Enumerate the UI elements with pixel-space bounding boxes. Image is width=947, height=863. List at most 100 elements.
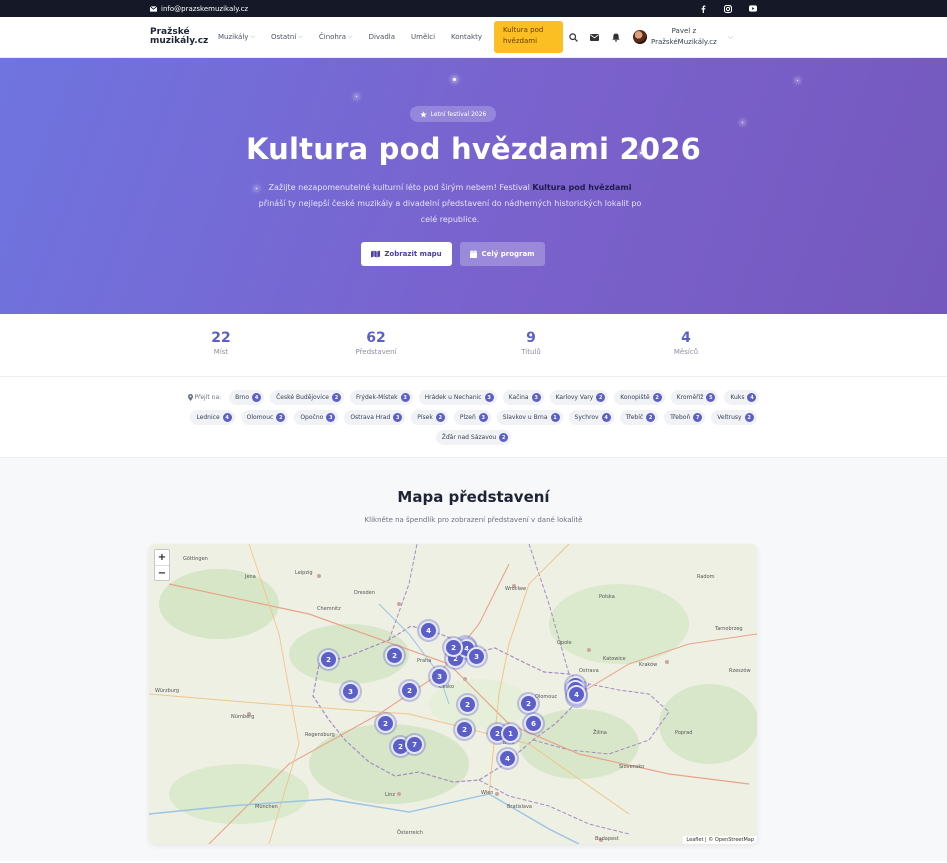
chip-name: Karlovy Vary <box>555 394 594 401</box>
map-marker[interactable]: 6 <box>524 714 543 733</box>
contact-email[interactable]: info@prazskemuzikaly.cz <box>150 5 248 13</box>
chip-name: Veltrusy <box>717 414 742 421</box>
full-program-label: Celý program <box>481 250 535 258</box>
stat-value: 62 <box>366 330 386 346</box>
map-marker[interactable]: 2 <box>385 646 404 665</box>
map-marker[interactable]: 7 <box>405 735 424 754</box>
location-chip[interactable]: Sychrov 4 <box>568 410 614 425</box>
map-attribution[interactable]: Leaflet | © OpenStreetMap <box>683 836 757 844</box>
map-marker[interactable]: 1 <box>501 724 520 743</box>
zoom-out-button[interactable]: − <box>155 565 169 580</box>
map-marker[interactable]: 2 <box>458 695 477 714</box>
user-menu[interactable]: Pavel z PražskéMuzikály.cz <box>651 26 717 48</box>
youtube-icon[interactable] <box>749 5 757 13</box>
map-marker[interactable]: 2 <box>376 714 395 733</box>
map-city-label: Radom <box>697 574 715 580</box>
zoom-in-button[interactable]: + <box>155 550 169 565</box>
nav-item-divadla[interactable]: Divadla <box>361 33 403 41</box>
show-map-button[interactable]: Zobrazit mapu <box>361 242 452 266</box>
map-marker[interactable]: 2 <box>455 720 474 739</box>
nav-item-kontakty[interactable]: Kontakty <box>443 33 490 41</box>
map-marker[interactable]: 4 <box>419 621 438 640</box>
map-marker[interactable]: 3 <box>430 667 449 686</box>
location-chip[interactable]: Písek 2 <box>411 410 448 425</box>
chip-name: Opočno <box>300 414 324 421</box>
stat-performances: 62 Představení <box>336 330 416 356</box>
user-avatar[interactable] <box>632 30 647 44</box>
map-marker[interactable]: 4 <box>498 749 517 768</box>
location-chip[interactable]: Ostrava Hrad 3 <box>344 410 406 425</box>
map-city-label: Göttingen <box>183 556 208 562</box>
map-marker[interactable]: 2 <box>400 681 419 700</box>
chip-name: Olomouc <box>246 414 274 421</box>
map-marker[interactable]: 3 <box>467 647 486 666</box>
chip-name: Sychrov <box>574 414 599 421</box>
user-name-line-1: Pavel z <box>671 27 697 35</box>
star-decoration <box>356 96 357 97</box>
location-chip[interactable]: Frýdek-Místek 3 <box>349 390 413 405</box>
hero-title: Kultura pod hvězdami 2026 <box>246 132 701 166</box>
location-chip[interactable]: Karlovy Vary 2 <box>549 390 609 405</box>
festival-badge-label: Letní festival 2026 <box>430 110 487 118</box>
bell-icon[interactable] <box>611 32 621 42</box>
map-city-label: Opole <box>557 640 572 646</box>
map-marker[interactable]: 4 <box>567 685 586 704</box>
location-chip[interactable]: Kačina 3 <box>502 390 544 405</box>
chip-count-badge: 4 <box>601 413 611 422</box>
location-chip[interactable]: Brno 4 <box>229 390 265 405</box>
location-chip[interactable]: Kroměříž 5 <box>670 390 719 405</box>
location-chip[interactable]: Kuks 4 <box>724 390 760 405</box>
map-city-label: Bratislava <box>507 804 532 810</box>
location-chip[interactable]: Veltrusy 2 <box>711 410 757 425</box>
location-chip[interactable]: Opočno 3 <box>294 410 339 425</box>
map-city-label: Würzburg <box>155 688 180 694</box>
stats-bar: 22 Míst 62 Představení 9 Titulů 4 Měsíců <box>0 314 947 377</box>
location-chip[interactable]: Olomouc 2 <box>240 410 289 425</box>
nav-festival-button[interactable]: Kultura pod hvězdami <box>493 21 563 53</box>
location-chip[interactable]: Třeboň 7 <box>664 410 706 425</box>
map-marker[interactable]: 3 <box>341 682 360 701</box>
location-chip[interactable]: České Budějovice 2 <box>270 390 344 405</box>
instagram-icon[interactable] <box>724 4 732 13</box>
interactive-map[interactable]: Leipzig Dresden Wrocław Chemnitz Nürnber… <box>149 544 757 844</box>
location-chip[interactable]: Hrádek u Nechanic 3 <box>418 390 497 405</box>
map-marker[interactable]: 2 <box>444 638 463 657</box>
nav-item-ostatni[interactable]: Ostatní ⌵ <box>263 33 311 41</box>
map-city-label: Kraków <box>639 662 658 668</box>
location-chip[interactable]: Konopiště 2 <box>614 390 665 405</box>
nav-item-muzikaly[interactable]: Muzikály ⌵ <box>210 33 263 41</box>
envelope-icon[interactable] <box>590 32 600 42</box>
map-city-label: Wien <box>481 790 494 796</box>
chip-count-badge: 1 <box>550 413 560 422</box>
stat-months: 4 Měsíců <box>646 330 726 356</box>
chevron-down-icon[interactable]: ⌵ <box>728 33 733 42</box>
map-marker[interactable]: 2 <box>319 650 338 669</box>
chip-name: Žďár nad Sázavou <box>441 434 497 441</box>
chip-count-badge: 2 <box>596 393 606 402</box>
chip-count-badge: 3 <box>400 393 410 402</box>
map-city-label: Wrocław <box>505 586 527 592</box>
location-chip[interactable]: Lednice 4 <box>190 410 235 425</box>
location-chip[interactable]: Žďár nad Sázavou 2 <box>435 430 512 445</box>
user-name-line-2: PražskéMuzikály.cz <box>650 38 717 46</box>
site-logo[interactable]: Pražské muzikály.cz <box>150 28 208 46</box>
nav-item-umelci[interactable]: Umělci <box>403 33 443 41</box>
full-program-button[interactable]: Celý program <box>460 242 545 266</box>
chip-name: České Budějovice <box>276 394 329 401</box>
location-chip[interactable]: Třebíč 2 <box>619 410 659 425</box>
nav-item-label: Divadla <box>368 33 396 41</box>
nav-item-label: Umělci <box>411 33 436 41</box>
nav-item-cinohra[interactable]: Činohra ⌵ <box>311 33 361 41</box>
map-marker[interactable]: 2 <box>519 694 538 713</box>
chip-name: Třeboň <box>670 414 691 421</box>
chip-name: Písek <box>417 414 433 421</box>
jump-label: Přejít na: <box>187 390 221 405</box>
facebook-icon[interactable] <box>699 5 707 13</box>
search-icon[interactable] <box>569 32 579 42</box>
map-city-label: Nürnberg <box>231 714 255 720</box>
nav-menu: Muzikály ⌵ Ostatní ⌵ Činohra ⌵ Divadla Uměl… <box>210 33 490 41</box>
location-chip[interactable]: Plzeň 3 <box>453 410 491 425</box>
stat-label: Titulů <box>521 348 541 356</box>
chip-name: Hrádek u Nechanic <box>424 394 482 401</box>
location-chip[interactable]: Slavkov u Brna 1 <box>496 410 563 425</box>
